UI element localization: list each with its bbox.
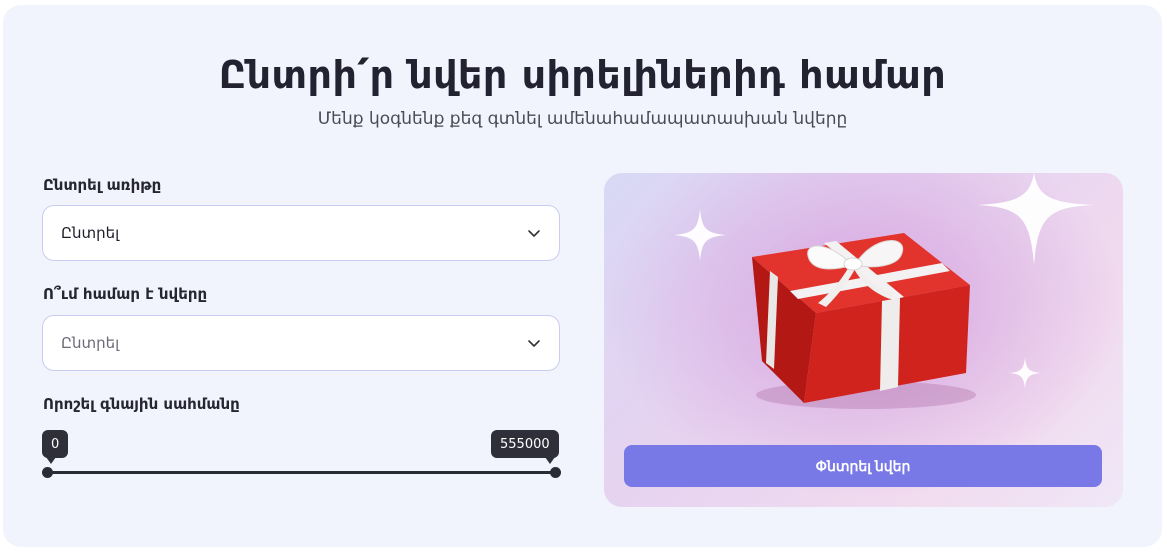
recipient-label: Ո՞ւմ համար է նվերը: [43, 285, 208, 303]
occasion-select-value: Ընտրել: [61, 224, 120, 242]
chevron-down-icon: [528, 340, 540, 347]
chevron-down-icon: [528, 230, 540, 237]
recipient-select-value: Ընտրել: [61, 334, 120, 352]
page-title: Ընտրի՛ր նվեր սիրելիներիդ համար: [218, 53, 947, 97]
sparkle-icon: [976, 173, 1094, 265]
gift-finder-card: Ընտրի՛ր նվեր սիրելիներիդ համար Մենք կօգն…: [3, 5, 1162, 547]
occasion-select[interactable]: Ընտրել: [42, 205, 560, 261]
price-range-track[interactable]: [49, 471, 559, 474]
occasion-label: Ընտրել առիթը: [43, 176, 162, 194]
sparkle-icon: [1009, 357, 1041, 389]
find-gift-button[interactable]: Փնտրել նվեր: [624, 445, 1102, 487]
gift-promo-panel: Փնտրել նվեր: [604, 173, 1123, 507]
price-max-handle[interactable]: [550, 467, 561, 478]
page-subtitle: Մենք կօգնենք քեզ գտնել ամենահամապատասխան…: [317, 109, 848, 129]
price-min-handle[interactable]: [42, 467, 53, 478]
sparkle-icon: [674, 209, 726, 261]
price-min-tooltip: 0: [42, 430, 69, 464]
price-max-tooltip: 555000: [491, 430, 559, 464]
recipient-select[interactable]: Ընտրել: [42, 315, 560, 371]
price-range-label: Որոշել գնային սահմանը: [43, 395, 240, 413]
